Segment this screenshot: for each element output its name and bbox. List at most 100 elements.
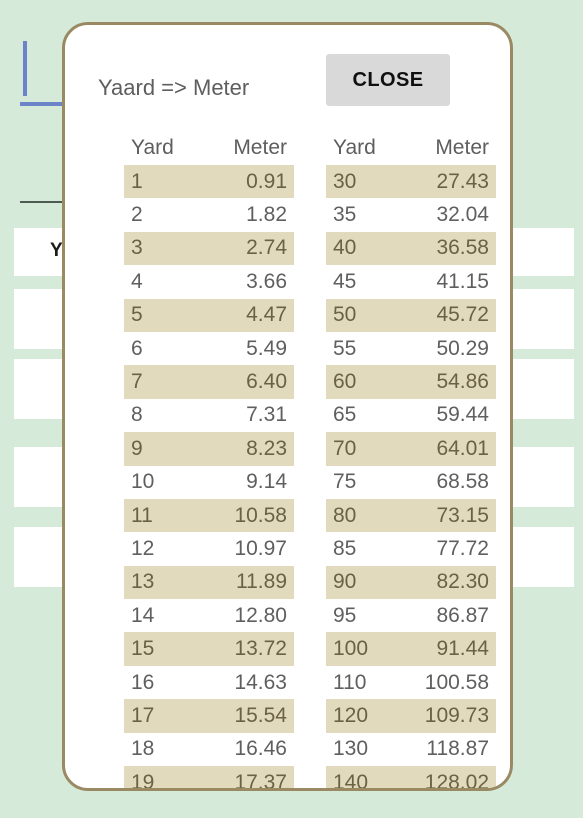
cell-yard: 19 (131, 770, 155, 791)
cell-yard: 65 (333, 403, 357, 427)
table-row: 18 16.46 (124, 733, 294, 766)
cell-yard: 40 (333, 236, 357, 260)
cell-meter: 15.54 (234, 703, 287, 727)
cell-meter: 118.87 (426, 737, 489, 761)
table-row: 65 59.44 (326, 399, 496, 432)
cell-meter: 91.44 (436, 637, 489, 661)
cell-meter: 50.29 (436, 336, 489, 360)
cell-meter: 11.89 (236, 570, 287, 594)
cell-meter: 100.58 (424, 670, 489, 694)
cell-yard: 12 (131, 536, 155, 560)
cell-yard: 75 (333, 470, 357, 494)
column-header-meter: Meter (233, 136, 287, 159)
cell-yard: 9 (131, 436, 143, 460)
table-row: 110 100.58 (326, 666, 496, 699)
table-row: 4 3.66 (124, 265, 294, 298)
cell-yard: 85 (333, 536, 357, 560)
cell-yard: 60 (333, 370, 357, 394)
table-row: 90 82.30 (326, 565, 496, 600)
table-row: 85 77.72 (326, 532, 496, 565)
cell-meter: 77.72 (436, 536, 489, 560)
cell-meter: 6.40 (246, 370, 287, 394)
table-row: 30 27.43 (326, 165, 496, 199)
cell-yard: 10 (131, 470, 155, 494)
cell-meter: 128.02 (424, 770, 489, 791)
table-row: 2 1.82 (124, 198, 294, 231)
cell-meter: 10.97 (234, 536, 287, 560)
cell-meter: 82.30 (436, 570, 489, 594)
cell-yard: 13 (131, 570, 155, 594)
table-row: 14 12.80 (124, 599, 294, 632)
cell-meter: 9.14 (246, 470, 287, 494)
cell-meter: 27.43 (436, 169, 489, 193)
cell-yard: 140 (333, 770, 369, 791)
table-row: 9 8.23 (124, 432, 294, 466)
cell-meter: 41.15 (436, 269, 489, 293)
column-header-meter: Meter (435, 136, 489, 159)
table-row: 12 10.97 (124, 532, 294, 565)
cell-yard: 2 (131, 203, 143, 227)
cell-yard: 120 (333, 703, 369, 727)
cell-meter: 109.73 (424, 703, 489, 727)
cell-meter: 86.87 (436, 603, 489, 627)
cell-yard: 100 (333, 637, 369, 661)
cell-meter: 54.86 (436, 370, 489, 394)
conversion-dialog: Yaard => Meter CLOSE Yard Meter 1 0.91 2 1.82… (62, 22, 513, 791)
cell-yard: 30 (333, 169, 357, 193)
cell-yard: 95 (333, 603, 357, 627)
cell-meter: 16.46 (234, 737, 287, 761)
cell-yard: 3 (131, 236, 143, 260)
cell-yard: 15 (131, 637, 155, 661)
cell-yard: 7 (131, 370, 143, 394)
table-row: 10 9.14 (124, 466, 294, 499)
cell-meter: 2.74 (246, 236, 287, 260)
table-row: 8 7.31 (124, 399, 294, 432)
table-row: 35 32.04 (326, 198, 496, 231)
cell-meter: 12.80 (234, 603, 287, 627)
close-button[interactable]: CLOSE (326, 54, 450, 106)
cell-yard: 50 (333, 303, 357, 327)
table-row: 7 6.40 (124, 365, 294, 399)
cell-meter: 68.58 (436, 470, 489, 494)
table-header-row-left: Yard Meter (124, 131, 294, 165)
cell-meter: 7.31 (246, 403, 287, 427)
table-row: 17 15.54 (124, 699, 294, 733)
dialog-header: Yaard => Meter CLOSE (65, 25, 510, 131)
cell-yard: 45 (333, 269, 357, 293)
conversion-table-right: Yard Meter 30 27.43 35 32.04 40 36.58 45 41.15 50 4… (326, 131, 496, 788)
cell-meter: 14.63 (234, 670, 287, 694)
table-row: 75 68.58 (326, 466, 496, 499)
table-row: 100 91.44 (326, 632, 496, 666)
table-row: 50 45.72 (326, 298, 496, 332)
column-header-yard: Yard (333, 136, 376, 159)
cell-yard: 5 (131, 303, 143, 327)
cell-meter: 1.82 (246, 203, 287, 227)
table-row: 19 17.37 (124, 766, 294, 791)
table-row: 140 128.02 (326, 766, 496, 791)
cell-yard: 8 (131, 403, 143, 427)
table-header-row-right: Yard Meter (326, 131, 496, 165)
background-table-header-label: Y (50, 240, 63, 261)
text-caret (23, 41, 27, 96)
table-row: 45 41.15 (326, 265, 496, 298)
table-row: 60 54.86 (326, 365, 496, 399)
cell-yard: 4 (131, 269, 143, 293)
table-row: 1 0.91 (124, 165, 294, 199)
cell-meter: 10.58 (234, 503, 287, 527)
cell-yard: 14 (131, 603, 155, 627)
cell-meter: 59.44 (436, 403, 489, 427)
table-row: 40 36.58 (326, 231, 496, 266)
cell-meter: 3.66 (246, 269, 287, 293)
cell-yard: 17 (131, 703, 155, 727)
table-row: 55 50.29 (326, 332, 496, 365)
table-row: 13 11.89 (124, 565, 294, 600)
conversion-tables: Yard Meter 1 0.91 2 1.82 3 2.74 4 3.66 5 4.47 6 5.49 7… (65, 131, 510, 788)
table-row: 130 118.87 (326, 733, 496, 766)
table-row: 6 5.49 (124, 332, 294, 365)
cell-yard: 110 (333, 670, 367, 694)
cell-meter: 45.72 (436, 303, 489, 327)
cell-meter: 17.37 (234, 770, 287, 791)
cell-meter: 36.58 (436, 236, 489, 260)
conversion-table-left: Yard Meter 1 0.91 2 1.82 3 2.74 4 3.66 5 4.47 6 5.49 7… (124, 131, 294, 788)
table-row: 3 2.74 (124, 231, 294, 266)
